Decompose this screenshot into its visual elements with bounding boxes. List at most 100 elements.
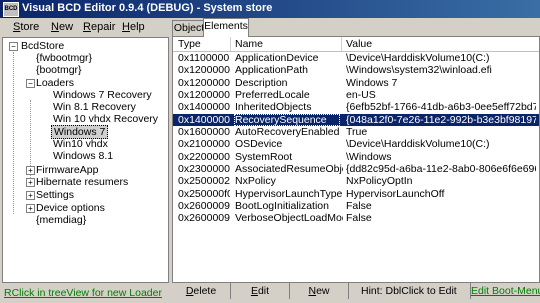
- tab-object[interactable]: Object: [172, 20, 206, 36]
- tree-item-windows-7-recovery[interactable]: Windows 7 Recovery: [53, 89, 152, 101]
- tree-item-fwbootmgr[interactable]: {fwbootmgr}: [36, 52, 92, 64]
- elements-grid[interactable]: Type Name Value 0x11000001 ApplicationDe…: [172, 36, 540, 283]
- column-header-type[interactable]: Type: [178, 38, 201, 50]
- tree-item-firmwareapp[interactable]: FirmwareApp: [36, 164, 98, 176]
- tab-elements[interactable]: Elements: [203, 18, 249, 37]
- table-row[interactable]: 0x26000091 VerboseObjectLoadMode False: [173, 212, 539, 224]
- tree-item-memdiag[interactable]: {memdiag}: [36, 214, 86, 226]
- table-row[interactable]: 0x12000002 ApplicationPath \Windows\syst…: [173, 64, 539, 76]
- cell-name: SystemRoot: [235, 151, 293, 163]
- tree-item-win10-vhdx[interactable]: Win10 vhdx: [53, 138, 108, 150]
- cell-type: 0x11000001: [178, 52, 230, 64]
- hint-text: Hint: DblClick to Edit: [361, 285, 457, 297]
- edit-boot-menu-button[interactable]: Edit Boot-Menu: [471, 283, 540, 299]
- menu-new[interactable]: New: [51, 21, 73, 33]
- table-row[interactable]: 0x12000005 PreferredLocale en-US: [173, 89, 539, 101]
- cell-value: \Windows: [346, 151, 392, 163]
- cell-name: InheritedObjects: [235, 101, 312, 113]
- table-row[interactable]: 0x25000020 NxPolicy NxPolicyOptIn: [173, 175, 539, 187]
- table-row[interactable]: 0x22000002 SystemRoot \Windows: [173, 151, 539, 163]
- cell-name: HypervisorLaunchType: [235, 188, 343, 200]
- cell-type: 0x12000002: [178, 64, 230, 76]
- new-loader-hint-link[interactable]: RClick in treeView for new Loader: [4, 287, 162, 299]
- menu-help-label: elp: [129, 21, 145, 33]
- column-divider[interactable]: [230, 37, 231, 51]
- app-icon: BCD: [3, 2, 19, 17]
- tree-item-settings[interactable]: Settings: [36, 189, 74, 201]
- cell-type: 0x16000009: [178, 126, 230, 138]
- tree-line-root: [13, 52, 14, 214]
- new-button[interactable]: New: [290, 283, 348, 299]
- cell-type: 0x12000004: [178, 77, 230, 89]
- column-divider[interactable]: [341, 37, 342, 51]
- cell-value: {dd82c95d-a6ba-11e2-8ab0-806e6f6e6963}: [346, 163, 536, 175]
- new-label: ew: [316, 285, 330, 297]
- cell-type: 0x26000090: [178, 200, 230, 212]
- expand-icon[interactable]: +: [26, 178, 35, 187]
- app-window: BCD Visual BCD Editor 0.9.4 (DEBUG) - Sy…: [0, 0, 540, 303]
- cell-value: NxPolicyOptIn: [346, 175, 413, 187]
- tree-item-bcdstore[interactable]: BcdStore: [21, 40, 64, 52]
- table-row[interactable]: 0x14000006 InheritedObjects {6efb52bf-17…: [173, 101, 539, 113]
- menu-store-label: tore: [20, 21, 40, 33]
- edit-accel: E: [250, 285, 258, 297]
- button-divider: [348, 283, 349, 299]
- expand-icon[interactable]: +: [26, 204, 35, 213]
- cell-value: {6efb52bf-1766-41db-a6b3-0ee5eff72bd7}: [346, 101, 536, 113]
- cell-value: \Windows\system32\winload.efi: [346, 64, 492, 76]
- table-row[interactable]: 0x16000009 AutoRecoveryEnabled True: [173, 126, 539, 138]
- cell-type: 0x21000001: [178, 138, 230, 150]
- tree-item-windows-7[interactable]: Windows 7: [51, 125, 109, 139]
- tree-item-windows-8-1[interactable]: Windows 8.1: [53, 150, 113, 162]
- cell-value: HypervisorLaunchOff: [346, 188, 445, 200]
- delete-label: elete: [193, 285, 217, 297]
- tree-item-bootmgr[interactable]: {bootmgr}: [36, 64, 82, 76]
- cell-value: \Device\HarddiskVolume10(C:): [346, 52, 490, 64]
- table-row[interactable]: 0x250000f0 HypervisorLaunchType Hypervis…: [173, 188, 539, 200]
- column-header-value[interactable]: Value: [346, 38, 372, 50]
- column-header-name[interactable]: Name: [235, 38, 263, 50]
- tree-item-win-8-1-recovery[interactable]: Win 8.1 Recovery: [53, 101, 136, 113]
- delete-button[interactable]: Delete: [172, 283, 230, 299]
- title-bar[interactable]: BCD Visual BCD Editor 0.9.4 (DEBUG) - Sy…: [0, 0, 540, 18]
- expand-icon[interactable]: +: [26, 166, 35, 175]
- menu-store[interactable]: Store: [13, 21, 39, 33]
- cell-name: Description: [235, 77, 288, 89]
- cell-value: en-US: [346, 89, 376, 101]
- table-row[interactable]: 0x23000003 AssociatedResumeObject {dd82c…: [173, 163, 539, 175]
- tree-item-loaders[interactable]: Loaders: [36, 77, 74, 89]
- cell-name: ApplicationPath: [235, 64, 308, 76]
- window-title: Visual BCD Editor 0.9.4 (DEBUG) - System…: [22, 2, 273, 14]
- cell-name: NxPolicy: [235, 175, 276, 187]
- table-row[interactable]: 0x21000001 OSDevice \Device\HarddiskVolu…: [173, 138, 539, 150]
- menu-help[interactable]: Help: [122, 21, 145, 33]
- cell-type: 0x25000020: [178, 175, 230, 187]
- cell-value: {048a12f0-7e26-11e2-992b-b3e3bf981973}: [346, 114, 536, 126]
- menu-help-accel: H: [122, 21, 130, 33]
- cell-name: AutoRecoveryEnabled: [235, 126, 339, 138]
- edit-button[interactable]: Edit: [231, 283, 289, 299]
- new-accel: N: [308, 285, 317, 297]
- tree-item-win-10-vhdx-recovery[interactable]: Win 10 vhdx Recovery: [53, 113, 158, 125]
- cell-type: 0x14000006: [178, 101, 230, 113]
- tree-item-device-options[interactable]: Device options: [36, 202, 105, 214]
- table-row[interactable]: 0x12000004 Description Windows 7: [173, 77, 539, 89]
- grid-header: Type Name Value: [173, 37, 539, 52]
- collapse-icon[interactable]: −: [9, 42, 18, 51]
- cell-value: Windows 7: [346, 77, 398, 89]
- table-row-selected[interactable]: 0x14000008 RecoverySequence {048a12f0-7e…: [173, 114, 539, 126]
- table-row[interactable]: 0x11000001 ApplicationDevice \Device\Har…: [173, 52, 539, 64]
- bcd-tree-view[interactable]: − BcdStore {fwbootmgr} {bootmgr} − Loade…: [2, 37, 169, 283]
- menu-repair[interactable]: Repair: [83, 21, 115, 33]
- cell-name: ApplicationDevice: [235, 52, 319, 64]
- cell-name: VerboseObjectLoadMode: [235, 212, 343, 224]
- tree-item-hibernate-resumers[interactable]: Hibernate resumers: [36, 176, 128, 188]
- menu-new-accel: N: [51, 21, 59, 33]
- expand-icon[interactable]: +: [26, 191, 35, 200]
- collapse-icon[interactable]: −: [26, 79, 35, 88]
- table-row[interactable]: 0x26000090 BootLogInitialization False: [173, 200, 539, 212]
- menu-bar: Store New Repair Help: [0, 19, 540, 36]
- menu-new-label: ew: [58, 21, 74, 33]
- cell-name: AssociatedResumeObject: [235, 163, 343, 175]
- edit-label: dit: [257, 285, 270, 297]
